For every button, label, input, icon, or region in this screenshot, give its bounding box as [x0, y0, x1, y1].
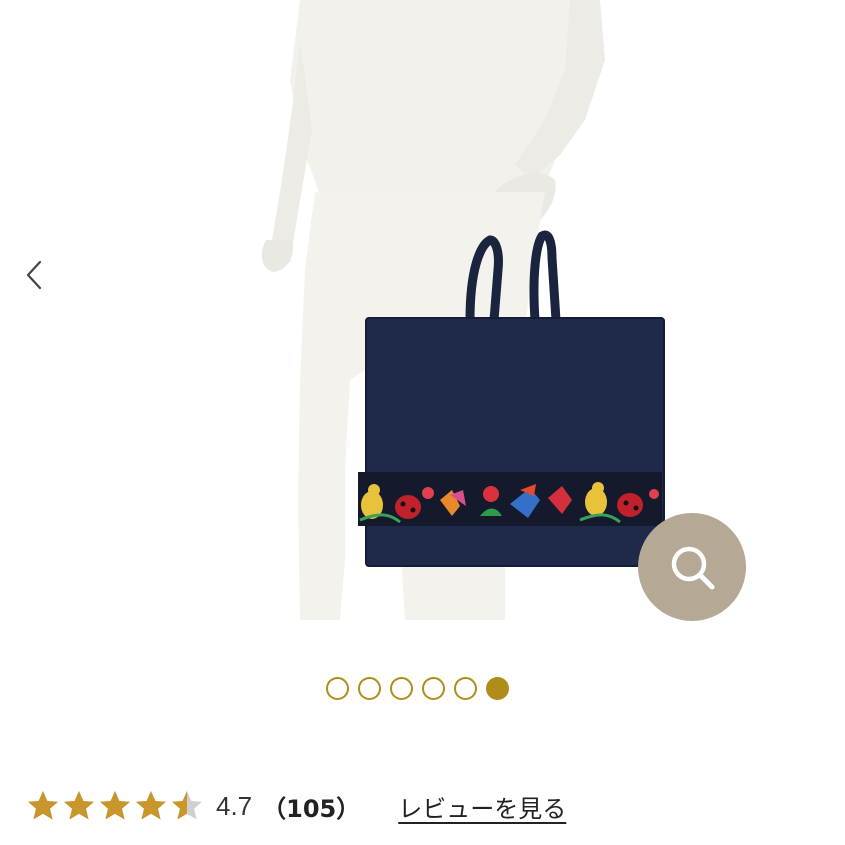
prev-image-button[interactable]: [14, 252, 54, 298]
pagination-dot[interactable]: [486, 677, 509, 700]
rating-summary: 4.7 （105） レビューを見る: [26, 784, 566, 828]
star-rating: [26, 789, 204, 823]
star-icon: [172, 791, 202, 820]
image-pagination-dots: [326, 677, 509, 705]
pagination-dot[interactable]: [390, 677, 413, 700]
star-icon: [28, 791, 58, 820]
pagination-dot[interactable]: [422, 677, 445, 700]
chevron-left-icon: [26, 260, 42, 290]
pagination-dot[interactable]: [358, 677, 381, 700]
star-icon: [100, 791, 130, 820]
pagination-dot[interactable]: [454, 677, 477, 700]
zoom-button[interactable]: [638, 513, 746, 621]
product-image-gallery[interactable]: [0, 0, 845, 640]
magnifier-icon: [671, 546, 715, 590]
rating-value: 4.7: [216, 790, 253, 821]
review-count: （105）: [262, 794, 361, 823]
star-icon: [136, 791, 166, 820]
star-icon: [64, 791, 94, 820]
view-reviews-link[interactable]: レビューを見る: [398, 789, 566, 824]
pagination-dot[interactable]: [326, 677, 349, 700]
